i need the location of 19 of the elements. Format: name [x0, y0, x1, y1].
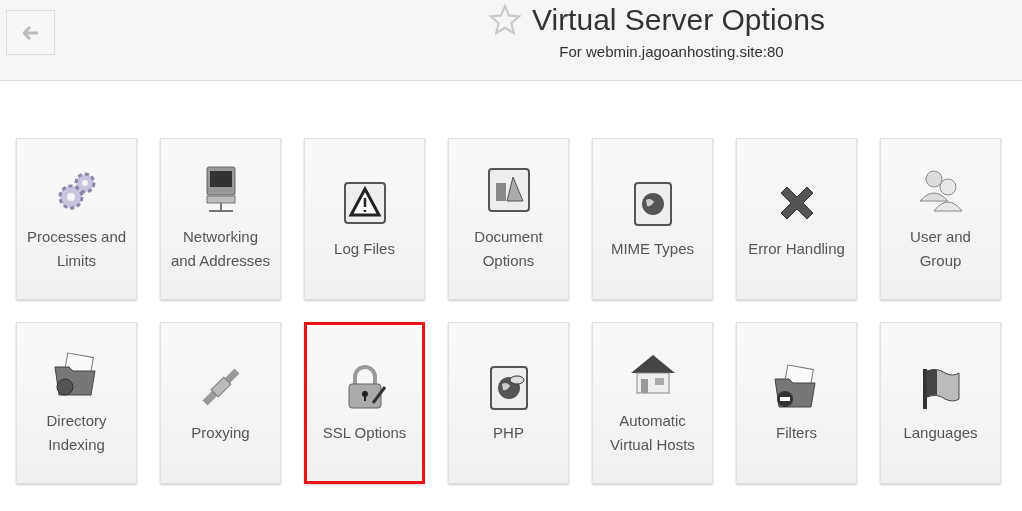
option-tile[interactable]: PHP — [448, 322, 569, 484]
page-subtitle: For webmin.jagoanhosting.site:80 — [559, 43, 784, 60]
option-tile[interactable]: MIME Types — [592, 138, 713, 300]
back-arrow-icon — [22, 25, 39, 40]
option-tile[interactable]: Networking and Addresses — [160, 138, 281, 300]
option-tile[interactable]: Document Options — [448, 138, 569, 300]
option-tile[interactable]: User and Group — [880, 138, 1001, 300]
page-title: Virtual Server Options — [532, 3, 825, 37]
option-tile[interactable]: Error Handling — [736, 138, 857, 300]
option-tile[interactable]: SSL Options — [304, 322, 425, 484]
back-button[interactable] — [6, 10, 55, 55]
option-tile[interactable]: Log Files — [304, 138, 425, 300]
option-tile[interactable]: Processes and Limits — [16, 138, 137, 300]
option-tile[interactable]: Languages — [880, 322, 1001, 484]
option-tile[interactable]: Automatic Virtual Hosts — [592, 322, 713, 484]
option-tile[interactable]: Proxying — [160, 322, 281, 484]
star-icon[interactable] — [488, 4, 522, 36]
option-tile[interactable]: Filters — [736, 322, 857, 484]
option-tile[interactable]: Directory Indexing — [16, 322, 137, 484]
